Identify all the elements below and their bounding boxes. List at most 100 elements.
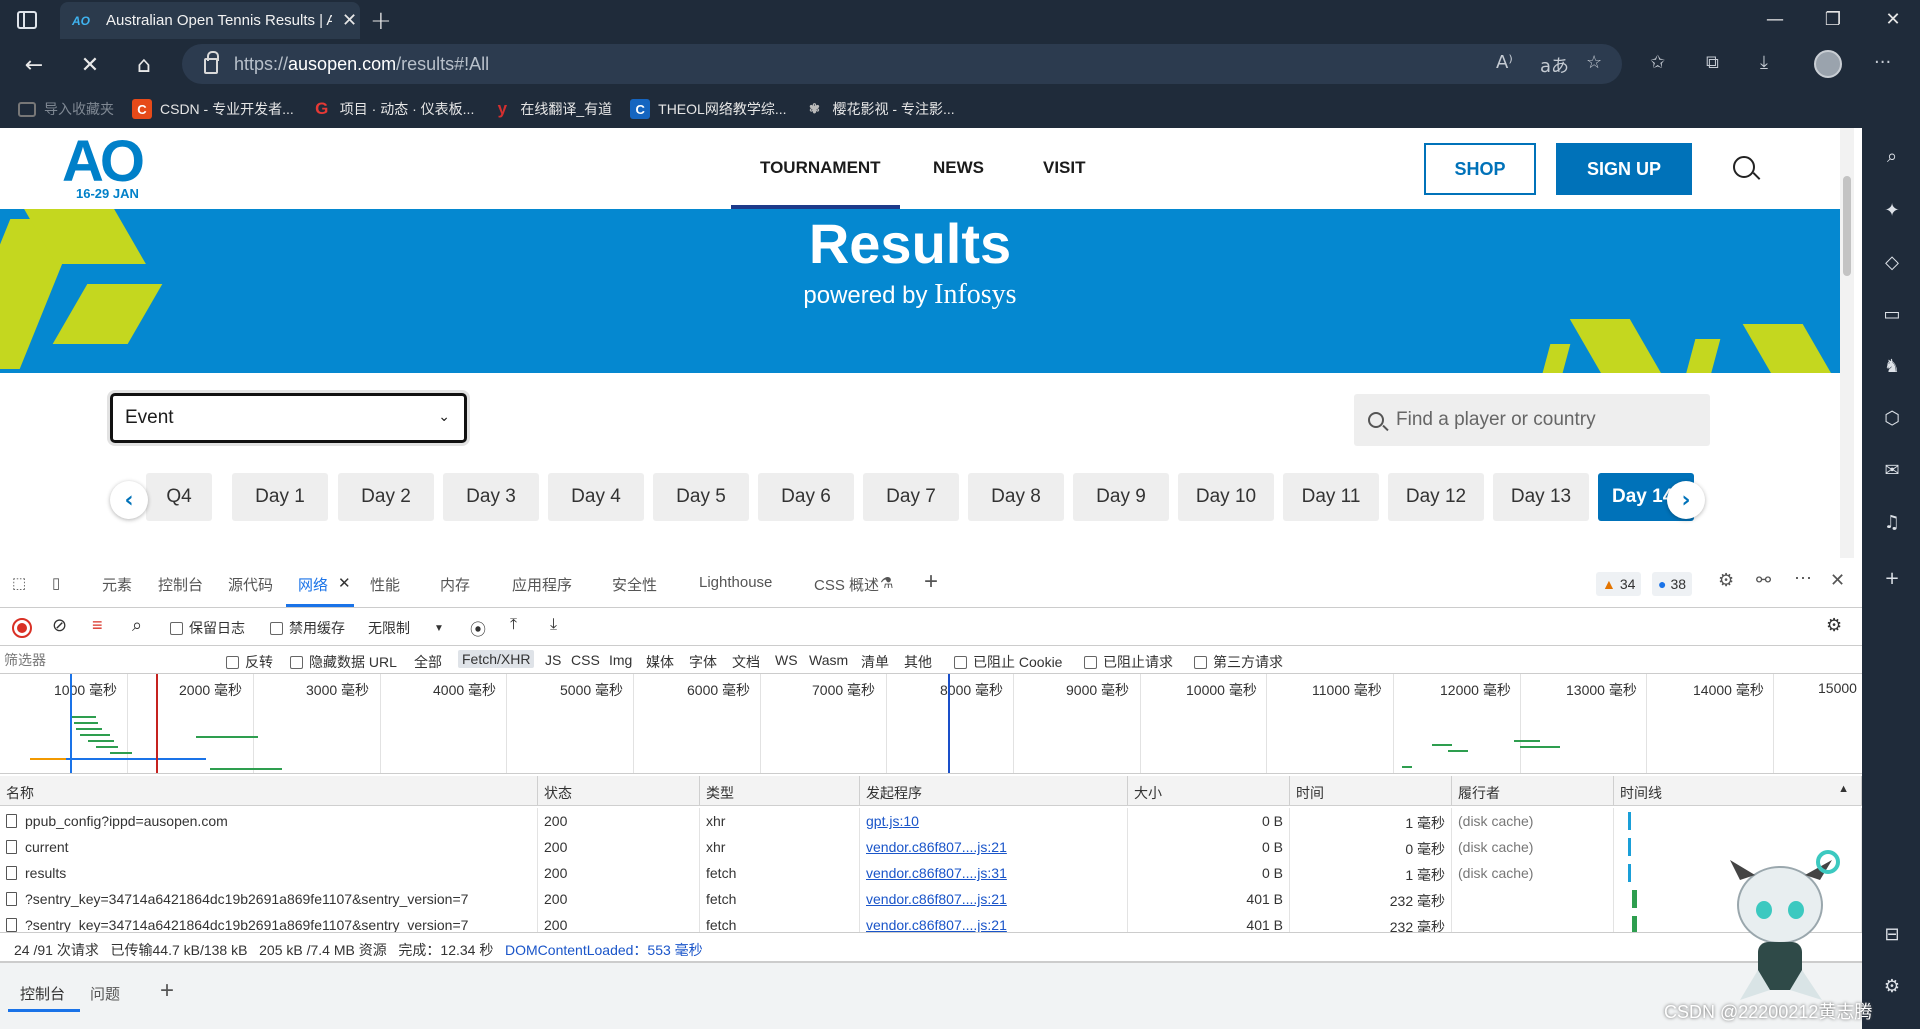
tab-application[interactable]: 应用程序 — [512, 574, 572, 595]
column-size[interactable]: 大小 — [1128, 776, 1290, 806]
network-overview-timeline[interactable]: 1000 毫秒 2000 毫秒 3000 毫秒 4000 毫秒 5000 毫秒 … — [0, 674, 1862, 774]
sidebar-games-icon[interactable]: ♞ — [1880, 356, 1904, 380]
favorite-youdao[interactable]: y 在线翻译_有道 — [492, 99, 613, 119]
drawer-tab-issues[interactable]: 问题 — [90, 983, 120, 1004]
devtools-more-icon[interactable]: ⋯ — [1794, 568, 1812, 589]
column-initiator[interactable]: 发起程序 — [860, 776, 1128, 806]
drawer-add-tab-icon[interactable]: + — [160, 977, 174, 1005]
table-row[interactable]: ?sentry_key=34714a6421864dc19b2691a869fe… — [0, 886, 1862, 912]
record-icon[interactable] — [12, 618, 32, 638]
ao-logo[interactable]: AO — [62, 133, 145, 191]
nav-news[interactable]: NEWS — [933, 158, 984, 178]
request-initiator-link[interactable]: vendor.c86f807....js:21 — [860, 912, 1128, 932]
day-1[interactable]: Day 1 — [232, 473, 328, 521]
days-prev-chevron-icon[interactable]: ‹ — [110, 481, 148, 519]
player-search-input[interactable]: Find a player or country — [1354, 394, 1710, 446]
preserve-log-checkbox[interactable]: 保留日志 — [170, 618, 245, 638]
favorites-icon[interactable]: ✩ — [1650, 52, 1665, 73]
sidebar-add-icon[interactable]: + — [1880, 568, 1904, 592]
blocked-cookies-checkbox[interactable]: 已阻止 Cookie — [954, 652, 1062, 672]
export-har-icon[interactable]: ⤓ — [550, 616, 557, 634]
search-icon[interactable] — [1733, 156, 1755, 178]
add-favorite-icon[interactable]: ☆ — [1586, 52, 1602, 73]
sidebar-notifications-icon[interactable]: ♫ — [1880, 512, 1904, 536]
column-type[interactable]: 类型 — [700, 776, 860, 806]
sidebar-office-icon[interactable]: ⬡ — [1880, 408, 1904, 432]
clear-icon[interactable]: ⊘ — [52, 615, 67, 636]
request-initiator-link[interactable]: vendor.c86f807....js:21 — [860, 834, 1128, 860]
column-fulfilled-by[interactable]: 履行者 — [1452, 776, 1614, 806]
sidebar-outlook-icon[interactable]: ✉ — [1880, 460, 1904, 484]
customize-icon[interactable]: ⚯ — [1756, 570, 1771, 591]
day-2[interactable]: Day 2 — [338, 473, 434, 521]
column-waterfall[interactable]: 时间线 ▲ — [1614, 776, 1862, 806]
inspect-icon[interactable]: ⬚ — [12, 574, 26, 592]
sign-up-button[interactable]: SIGN UP — [1556, 143, 1692, 195]
event-dropdown[interactable]: Event ⌄ — [110, 393, 467, 443]
tab-security[interactable]: 安全性 — [612, 574, 657, 595]
tab-actions-icon[interactable] — [8, 1, 46, 39]
day-11[interactable]: Day 11 — [1283, 473, 1379, 521]
tab-console[interactable]: 控制台 — [158, 574, 203, 595]
sidebar-shopping-tag-icon[interactable]: ◇ — [1880, 252, 1904, 276]
stop-loading-icon[interactable]: ✕ — [72, 47, 108, 83]
shop-button[interactable]: SHOP — [1424, 143, 1536, 195]
day-3[interactable]: Day 3 — [443, 473, 539, 521]
sidebar-search-icon[interactable]: ⌕ — [1880, 146, 1904, 170]
close-window-icon[interactable]: ✕ — [1866, 0, 1920, 39]
third-party-checkbox[interactable]: 第三方请求 — [1194, 652, 1283, 672]
nav-visit[interactable]: VISIT — [1043, 158, 1086, 178]
network-settings-icon[interactable]: ⚙ — [1826, 615, 1842, 636]
downloads-icon[interactable]: ⤓ — [1760, 52, 1768, 73]
filter-type-doc[interactable]: 文档 — [732, 652, 760, 672]
more-tabs-add-icon[interactable]: + — [924, 568, 938, 596]
hide-data-url-checkbox[interactable]: 隐藏数据 URL — [290, 652, 397, 672]
new-tab-icon[interactable]: + — [370, 6, 392, 36]
column-status[interactable]: 状态 — [538, 776, 700, 806]
url-field[interactable]: https://ausopen.com/results#!All — [182, 44, 1622, 84]
checkbox[interactable] — [170, 621, 183, 635]
filter-type-media[interactable]: 媒体 — [646, 652, 674, 672]
home-icon[interactable]: ⌂ — [126, 47, 162, 83]
sidebar-settings-icon[interactable]: ⚙ — [1880, 976, 1904, 1000]
throttling-select[interactable]: 无限制 ▼ — [368, 618, 444, 638]
tab-lighthouse[interactable]: Lighthouse — [699, 574, 772, 591]
day-9[interactable]: Day 9 — [1073, 473, 1169, 521]
request-initiator-link[interactable]: vendor.c86f807....js:21 — [860, 886, 1128, 912]
back-icon[interactable]: ← — [16, 47, 52, 83]
restore-icon[interactable]: ❐ — [1806, 0, 1860, 39]
favorite-project[interactable]: G 项目 · 动态 · 仪表板... — [312, 99, 474, 119]
request-initiator-link[interactable]: vendor.c86f807....js:31 — [860, 860, 1128, 886]
favorite-theol[interactable]: C THEOL网络教学综... — [630, 99, 787, 119]
day-q4[interactable]: Q4 — [146, 473, 212, 521]
collections-icon[interactable]: ⧉ — [1706, 52, 1719, 73]
tab-sources[interactable]: 源代码 — [228, 574, 273, 595]
day-7[interactable]: Day 7 — [863, 473, 959, 521]
network-conditions-icon[interactable]: ⦿ — [470, 616, 486, 640]
browser-tab-active[interactable]: AO Australian Open Tennis Results | A ✕ — [60, 2, 360, 39]
tab-css-overview[interactable]: CSS 概述 — [814, 574, 879, 595]
close-network-tab-icon[interactable]: ✕ — [338, 574, 351, 592]
read-aloud-icon[interactable]: A⁾ — [1496, 52, 1513, 73]
messages-badge[interactable]: ● 38 — [1652, 572, 1693, 596]
day-4[interactable]: Day 4 — [548, 473, 644, 521]
column-name[interactable]: 名称 — [0, 776, 538, 806]
disable-cache-checkbox[interactable]: 禁用缓存 — [270, 618, 345, 638]
devtools-settings-icon[interactable]: ⚙ — [1718, 570, 1734, 591]
invert-checkbox[interactable]: 反转 — [226, 652, 273, 672]
filter-type-other[interactable]: 其他 — [904, 652, 932, 672]
favorite-import[interactable]: 导入收藏夹 — [18, 99, 114, 119]
page-scrollbar[interactable] — [1840, 128, 1854, 558]
import-har-icon[interactable]: ⤒ — [510, 616, 517, 634]
close-devtools-icon[interactable]: ✕ — [1830, 570, 1845, 591]
favorite-csdn[interactable]: C CSDN - 专业开发者... — [132, 99, 294, 119]
filter-type-js[interactable]: JS — [545, 652, 561, 668]
checkbox[interactable] — [270, 621, 283, 635]
filter-type-manifest[interactable]: 清单 — [861, 652, 889, 672]
table-row[interactable]: current 200 xhr vendor.c86f807....js:21 … — [0, 834, 1862, 860]
column-time[interactable]: 时间 — [1290, 776, 1452, 806]
filter-type-wasm[interactable]: Wasm — [809, 652, 848, 668]
filter-input[interactable]: 筛选器 — [4, 650, 210, 670]
table-row[interactable]: ppub_config?ippd=ausopen.com 200 xhr gpt… — [0, 808, 1862, 834]
day-8[interactable]: Day 8 — [968, 473, 1064, 521]
